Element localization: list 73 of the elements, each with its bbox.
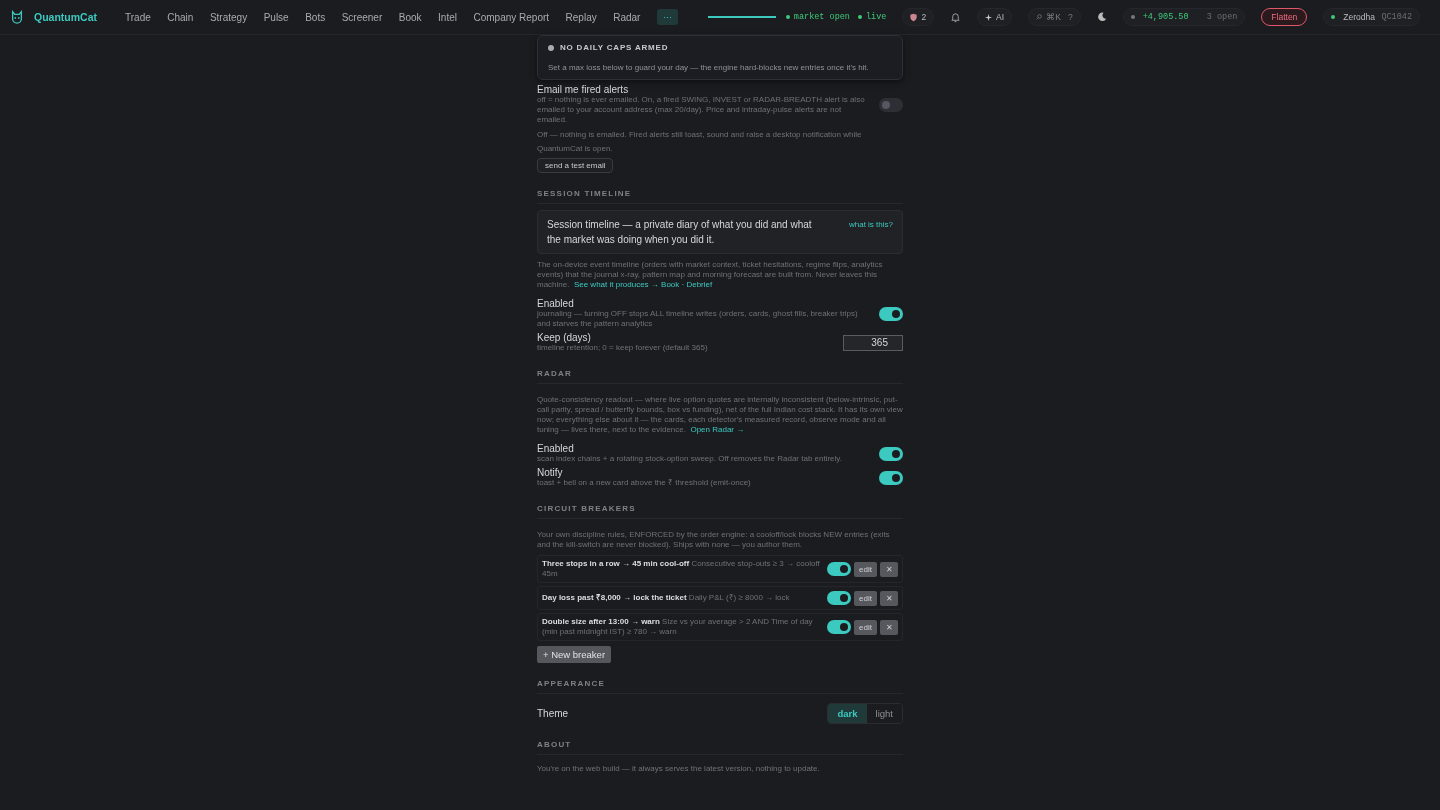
toggle-switch[interactable] bbox=[827, 562, 852, 576]
pnl-button[interactable]: +4,905.50 3 open bbox=[1122, 8, 1246, 26]
section-heading: CIRCUIT BREAKERS bbox=[537, 504, 903, 519]
nav-tab[interactable]: Company Report bbox=[473, 11, 550, 23]
card-text: Session timeline — a private diary of what you did and what the market was doing when you did it. bbox=[547, 218, 813, 247]
command-search-button[interactable]: ⌘K ? bbox=[1028, 8, 1081, 26]
setting-description: toast + bell on a new card above the ₹ threshold (emit-once) bbox=[537, 478, 752, 488]
nav-tab[interactable]: Chain bbox=[167, 11, 194, 23]
flatten-button[interactable]: Flatten bbox=[1261, 8, 1308, 26]
breaker-text: Three stops in a row → 45 min cool-off Consecutive stop-outs ≥ 3 → cooloff 45m bbox=[542, 559, 821, 579]
bell-icon[interactable] bbox=[950, 11, 962, 23]
setting-description: off = nothing is ever emailed. On, a fired SWING, INVEST or RADAR-BREADTH alert is also emailed to your account address (max 20/day). Price and intraday-pulse alerts are not emailed. bbox=[537, 95, 866, 125]
nav-tab[interactable]: Trade bbox=[125, 11, 151, 23]
nav-tab[interactable]: Screener bbox=[341, 11, 383, 23]
setting-label: Email me fired alerts bbox=[537, 84, 630, 95]
toggle-switch[interactable] bbox=[879, 446, 903, 461]
section-heading: ABOUT bbox=[537, 740, 903, 755]
section-heading: APPEARANCE bbox=[537, 679, 903, 694]
edit-button[interactable]: edit bbox=[854, 590, 877, 606]
about-text: You're on the web build — it always serves the latest version, nothing to update. bbox=[537, 764, 820, 774]
setting-label: Enabled bbox=[537, 443, 575, 454]
popup-text: Set a max loss below to guard your day — the engine hard-blocks new entries once it's hit. bbox=[548, 63, 870, 72]
toggle-switch[interactable] bbox=[827, 591, 852, 605]
toggle-switch[interactable] bbox=[879, 470, 903, 485]
new-breaker-button[interactable]: + New breaker bbox=[537, 646, 612, 663]
delete-button[interactable]: ✕ bbox=[880, 590, 898, 606]
section-heading: RADAR bbox=[537, 369, 903, 384]
search-icon bbox=[1036, 14, 1043, 20]
delete-button[interactable]: ✕ bbox=[880, 619, 898, 635]
live-status: live bbox=[857, 12, 887, 22]
nav-tab[interactable]: Bots bbox=[305, 11, 326, 23]
brand-name[interactable]: QuantumCat bbox=[34, 11, 97, 23]
sparkle-icon bbox=[985, 13, 993, 21]
open-radar-link[interactable]: Open Radar → bbox=[690, 425, 745, 434]
section-description: Quote-consistency readout — where live option quotes are internally inconsistent (below-intrinsic, put-call parity, spread / butterfly bounds, box vs funding), net of the full Indian cost stack. It has its own view now; everything else about it — the cards, each detector's measured record, observe mode and all tuning — lives there, next to the evidence. Open Radar → bbox=[537, 395, 903, 435]
nav-tab[interactable]: Radar bbox=[613, 11, 641, 23]
section-description: Your own discipline rules, ENFORCED by the order engine: a cooloff/lock blocks NEW entries (exits and the kill-switch are never blocked). Ships with none — you author them. bbox=[537, 530, 891, 550]
nav-tab[interactable]: Intel bbox=[438, 11, 457, 23]
setting-label: Keep (days) bbox=[537, 332, 592, 343]
section-heading: SESSION TIMELINE bbox=[537, 189, 903, 204]
help-link[interactable]: what is this? bbox=[848, 217, 893, 247]
nav-tab[interactable]: Strategy bbox=[209, 11, 248, 23]
popup-title: NO DAILY CAPS ARMED bbox=[548, 43, 892, 52]
toggle-switch[interactable] bbox=[879, 306, 903, 321]
cat-logo-icon[interactable] bbox=[10, 10, 24, 24]
nav-tab[interactable]: Pulse bbox=[263, 11, 289, 23]
moon-icon[interactable] bbox=[1096, 12, 1107, 22]
nav-tab[interactable]: Book bbox=[398, 11, 422, 23]
test-email-button[interactable]: send a test email bbox=[537, 158, 614, 173]
broker-button[interactable]: Zerodha QC1042 bbox=[1323, 8, 1420, 26]
shield-button[interactable]: 2 bbox=[902, 8, 935, 26]
market-status: market open bbox=[785, 12, 850, 22]
breaker-text: Day loss past ₹8,000 → lock the ticket Daily P&L (₹) ≥ 8000 → lock bbox=[542, 593, 791, 603]
section-description: The on-device event timeline (orders with market context, ticket hesitations, regime flips, analytics events) that the journal x-ray, pattern map and morning forecast are built from. Never leaves this machine. See what it produces → Book · Debrief bbox=[537, 260, 884, 290]
theme-option[interactable]: dark bbox=[828, 704, 867, 723]
delete-button[interactable]: ✕ bbox=[880, 561, 898, 577]
edit-button[interactable]: edit bbox=[854, 619, 877, 635]
breaker-text: Double size after 13:00 → warn Size vs your average > 2 AND Time of day (min past midnight IST) ≥ 780 → warn bbox=[542, 617, 814, 637]
setting-description: scan index chains + a rotating stock-option sweep. Off removes the Radar tab entirely. bbox=[537, 454, 843, 464]
toggle-switch[interactable] bbox=[879, 97, 903, 112]
edit-button[interactable]: edit bbox=[854, 561, 877, 577]
setting-label: Enabled bbox=[537, 298, 575, 309]
produces-link[interactable]: See what it produces → Book · Debrief bbox=[573, 280, 713, 289]
email-note: Off — nothing is emailed. Fired alerts still toast, sound and raise a desktop notification while QuantumCat is open. bbox=[537, 129, 863, 155]
toggle-switch[interactable] bbox=[827, 620, 852, 634]
number-field[interactable]: 365 bbox=[843, 334, 903, 351]
ai-button[interactable]: AI bbox=[977, 8, 1013, 26]
shield-icon bbox=[910, 12, 918, 22]
setting-description: journaling — turning OFF stops ALL timeline writes (orders, cards, ghost fills, breaker trips) and starves the pattern analytics bbox=[537, 309, 859, 329]
nav-tab[interactable]: Replay bbox=[565, 11, 597, 23]
more-button[interactable]: ··· bbox=[656, 9, 678, 25]
setting-label: Theme bbox=[537, 708, 569, 719]
setting-label: Notify bbox=[537, 467, 564, 478]
